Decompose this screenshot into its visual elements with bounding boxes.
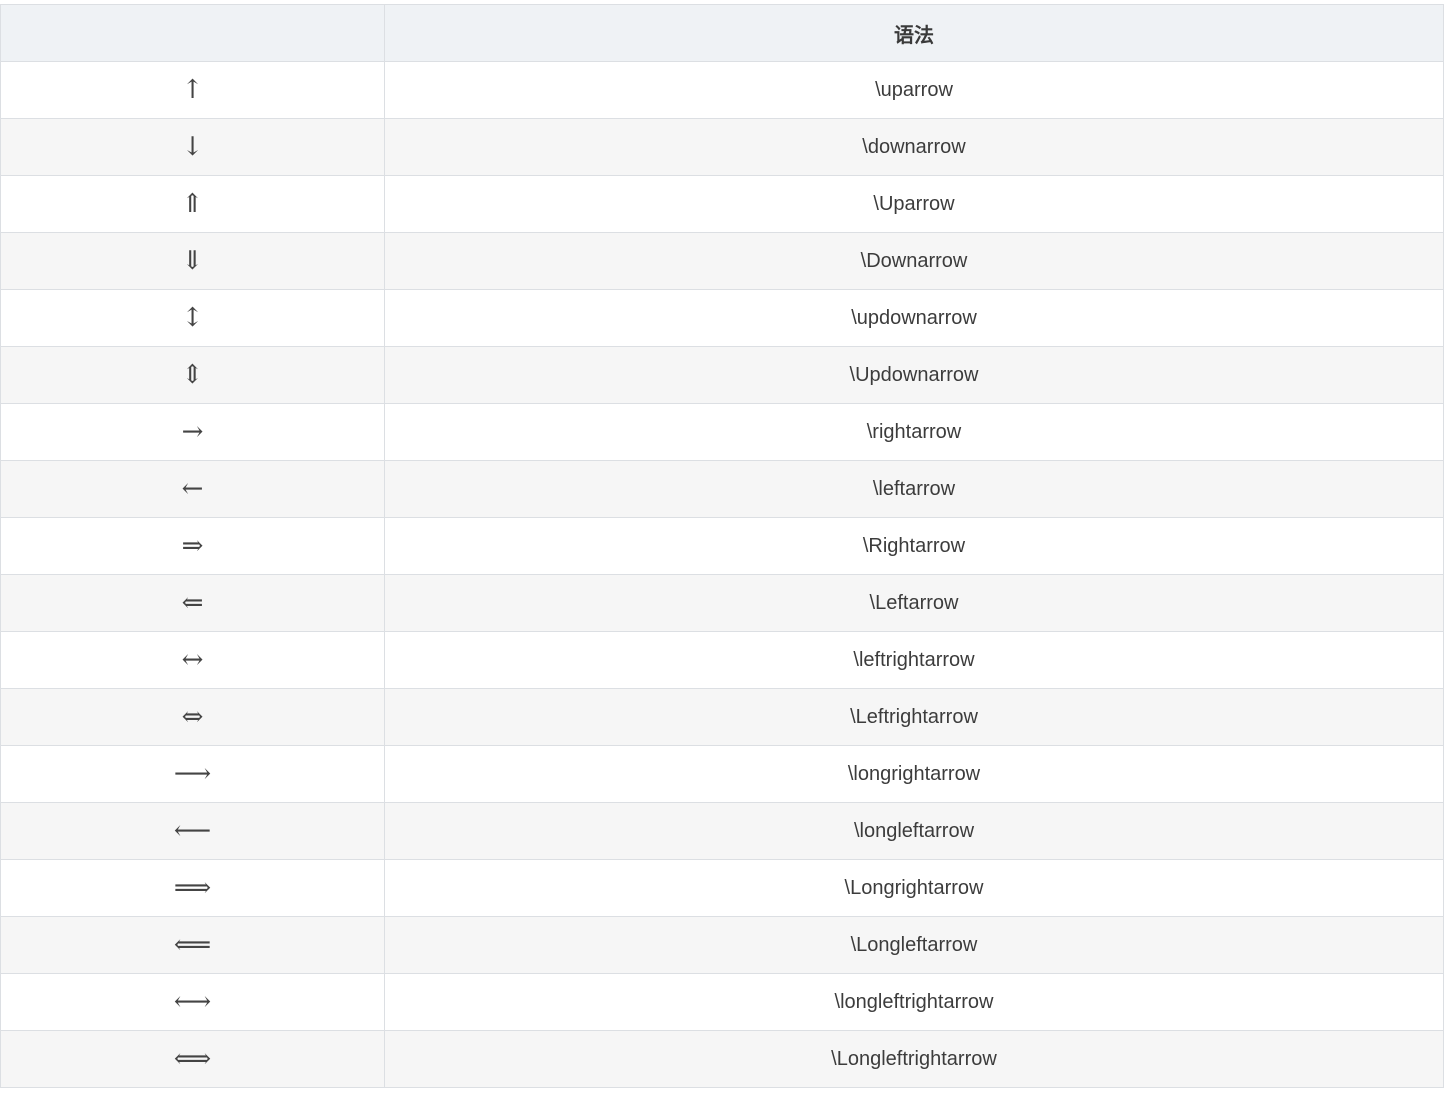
- table-row: ↑ \uparrow: [0, 61, 1444, 119]
- symbol-cell: ⟷: [0, 973, 385, 1031]
- table-row: ⟸ \Longleftarrow: [0, 916, 1444, 974]
- symbol-cell: ↕: [0, 289, 385, 347]
- table-row: ⟹ \Longrightarrow: [0, 859, 1444, 917]
- syntax-text: \Longleftrightarrow: [831, 1047, 997, 1070]
- table-row: ⇔ \Leftrightarrow: [0, 688, 1444, 746]
- long-leftarrow-icon: ⟵: [173, 816, 212, 846]
- symbol-cell: ⟶: [0, 745, 385, 803]
- arrow-symbol-table: 语法 ↑ \uparrow ↓ \downarrow ⇑ \Uparrow ⇓ …: [0, 4, 1444, 1088]
- syntax-text: \downarrow: [862, 135, 966, 158]
- table-row: ⟺ \Longleftrightarrow: [0, 1030, 1444, 1088]
- table-row: ⇑ \Uparrow: [0, 175, 1444, 233]
- syntax-cell: \Longleftrightarrow: [384, 1030, 1444, 1088]
- syntax-text: \leftrightarrow: [853, 648, 975, 671]
- syntax-cell: \longrightarrow: [384, 745, 1444, 803]
- symbol-cell: ↑: [0, 61, 385, 119]
- table-row: ⟶ \longrightarrow: [0, 745, 1444, 803]
- table-row: ⇒ \Rightarrow: [0, 517, 1444, 575]
- syntax-cell: \Longrightarrow: [384, 859, 1444, 917]
- table-row: ⇕ \Updownarrow: [0, 346, 1444, 404]
- table-row: ⇐ \Leftarrow: [0, 574, 1444, 632]
- updownarrow-icon: ↕: [181, 303, 204, 333]
- syntax-cell: \rightarrow: [384, 403, 1444, 461]
- double-updownarrow-icon: ⇕: [181, 360, 204, 390]
- syntax-cell: \leftrightarrow: [384, 631, 1444, 689]
- symbol-cell: ⟵: [0, 802, 385, 860]
- syntax-cell: \Updownarrow: [384, 346, 1444, 404]
- table-header-row: 语法: [0, 4, 1444, 62]
- table-row: ← \leftarrow: [0, 460, 1444, 518]
- syntax-text: \Longrightarrow: [844, 876, 984, 899]
- symbol-cell: ⇒: [0, 517, 385, 575]
- symbol-cell: ⇓: [0, 232, 385, 290]
- syntax-text: \Longleftarrow: [850, 933, 978, 956]
- syntax-cell: \longleftrightarrow: [384, 973, 1444, 1031]
- syntax-text: \leftarrow: [872, 477, 956, 500]
- double-uparrow-icon: ⇑: [181, 189, 204, 219]
- symbol-cell: ←: [0, 460, 385, 518]
- syntax-text: \longleftrightarrow: [834, 990, 994, 1013]
- syntax-text: \Updownarrow: [849, 363, 979, 386]
- double-downarrow-icon: ⇓: [181, 246, 204, 276]
- syntax-text: \Leftarrow: [869, 591, 959, 614]
- long-leftrightarrow-icon: ⟷: [173, 987, 212, 1017]
- syntax-text: \Uparrow: [873, 192, 955, 215]
- syntax-cell: \Longleftarrow: [384, 916, 1444, 974]
- syntax-text: \updownarrow: [851, 306, 977, 329]
- double-leftrightarrow-icon: ⇔: [181, 702, 204, 732]
- table-row: ↓ \downarrow: [0, 118, 1444, 176]
- table-row: ⇓ \Downarrow: [0, 232, 1444, 290]
- syntax-cell: \updownarrow: [384, 289, 1444, 347]
- syntax-text: \Rightarrow: [862, 534, 966, 557]
- arrow-symbol-table-container: 语法 ↑ \uparrow ↓ \downarrow ⇑ \Uparrow ⇓ …: [0, 4, 1444, 1088]
- syntax-cell: \Downarrow: [384, 232, 1444, 290]
- symbol-cell: ↔: [0, 631, 385, 689]
- syntax-text: \uparrow: [875, 78, 953, 101]
- table-row: ↕ \updownarrow: [0, 289, 1444, 347]
- syntax-cell: \leftarrow: [384, 460, 1444, 518]
- double-rightarrow-icon: ⇒: [181, 531, 204, 561]
- syntax-cell: \Rightarrow: [384, 517, 1444, 575]
- rightarrow-icon: →: [181, 417, 204, 447]
- syntax-cell: \downarrow: [384, 118, 1444, 176]
- syntax-text: \Downarrow: [860, 249, 968, 272]
- table-row: ↔ \leftrightarrow: [0, 631, 1444, 689]
- symbol-cell: ⇑: [0, 175, 385, 233]
- table-row: ⟵ \longleftarrow: [0, 802, 1444, 860]
- syntax-cell: \longleftarrow: [384, 802, 1444, 860]
- syntax-text: \longrightarrow: [847, 762, 981, 785]
- symbol-cell: ⟸: [0, 916, 385, 974]
- header-symbol-column: [0, 4, 385, 62]
- symbol-cell: →: [0, 403, 385, 461]
- long-double-rightarrow-icon: ⟹: [173, 873, 212, 903]
- long-double-leftrightarrow-icon: ⟺: [173, 1044, 212, 1074]
- leftarrow-icon: ←: [181, 474, 204, 504]
- header-syntax-column: 语法: [384, 4, 1444, 62]
- double-leftarrow-icon: ⇐: [181, 588, 204, 618]
- table-row: ⟷ \longleftrightarrow: [0, 973, 1444, 1031]
- table-row: → \rightarrow: [0, 403, 1444, 461]
- syntax-text: \rightarrow: [866, 420, 962, 443]
- long-rightarrow-icon: ⟶: [173, 759, 212, 789]
- syntax-text: \longleftarrow: [853, 819, 975, 842]
- syntax-cell: \Leftrightarrow: [384, 688, 1444, 746]
- symbol-cell: ⇕: [0, 346, 385, 404]
- symbol-cell: ⟺: [0, 1030, 385, 1088]
- symbol-cell: ⇔: [0, 688, 385, 746]
- syntax-cell: \Leftarrow: [384, 574, 1444, 632]
- syntax-cell: \Uparrow: [384, 175, 1444, 233]
- long-double-leftarrow-icon: ⟸: [173, 930, 212, 960]
- syntax-text: \Leftrightarrow: [850, 705, 978, 728]
- leftrightarrow-icon: ↔: [181, 645, 204, 675]
- symbol-cell: ↓: [0, 118, 385, 176]
- symbol-cell: ⇐: [0, 574, 385, 632]
- symbol-cell: ⟹: [0, 859, 385, 917]
- downarrow-icon: ↓: [181, 132, 204, 162]
- uparrow-icon: ↑: [181, 75, 204, 105]
- syntax-cell: \uparrow: [384, 61, 1444, 119]
